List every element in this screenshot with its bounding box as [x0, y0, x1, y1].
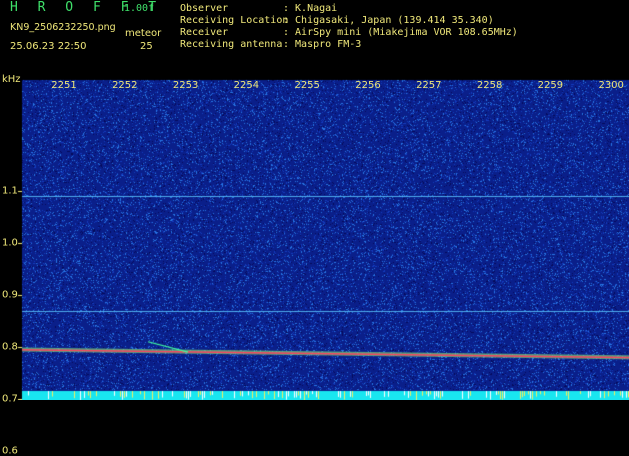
- x-tick-label: 2257: [416, 80, 442, 91]
- meta-receiver-key: Receiver: [180, 27, 229, 38]
- meteor-count-value: 25: [140, 41, 153, 52]
- y-axis-unit: kHz: [2, 74, 21, 85]
- x-tick-label: 2252: [112, 80, 138, 91]
- datetime-label: 25.06.23 22:50: [10, 41, 87, 52]
- y-tick-label: 1.0: [2, 237, 18, 249]
- meta-observer-key: Observer: [180, 3, 229, 14]
- spectrogram-canvas: [0, 72, 629, 400]
- meta-observer-value: : K.Nagai: [283, 3, 338, 14]
- x-tick-label: 2253: [172, 80, 199, 91]
- x-tick-label: 2251: [51, 80, 77, 91]
- meta-location-value: : Chigasaki, Japan (139.414 35.340): [283, 15, 494, 26]
- y-tick-label: 0.8: [2, 341, 18, 353]
- x-tick-label: 2254: [233, 80, 260, 91]
- y-tick-label: 0.9: [2, 289, 18, 301]
- x-tick-label: 2300: [598, 80, 624, 91]
- y-tick-label: 0.7: [2, 393, 18, 405]
- x-tick-label: 2256: [355, 80, 381, 91]
- filename-label: KN9_2506232250.png: [10, 22, 116, 33]
- version-label: 1.00f: [124, 3, 155, 14]
- meteor-count-label: meteor: [125, 28, 162, 39]
- y-tick-label: 0.6: [2, 445, 18, 456]
- meta-antenna-key: Receiving antenna: [180, 39, 283, 50]
- x-tick-label: 2259: [537, 80, 564, 91]
- y-tick-label: 1.1: [2, 185, 18, 197]
- x-tick-label: 2258: [476, 80, 503, 91]
- meta-receiver-value: : AirSpy mini (Miakejima VOR 108.65MHz): [283, 27, 518, 38]
- meta-location-key: Receiving Location: [180, 15, 289, 26]
- spectrogram-panel: [0, 72, 629, 400]
- x-tick-label: 2255: [294, 80, 320, 91]
- meta-antenna-value: : Maspro FM-3: [283, 39, 362, 50]
